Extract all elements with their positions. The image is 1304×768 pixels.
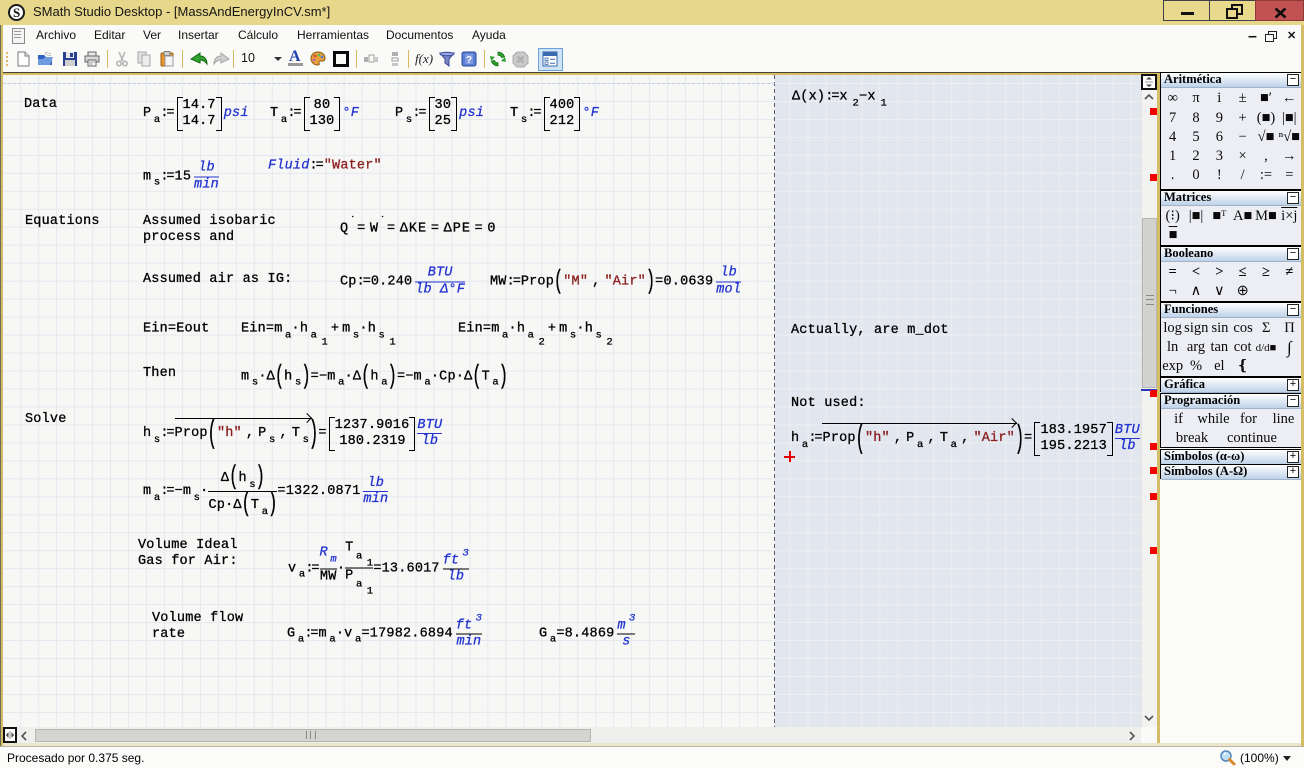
svg-text:?: ?	[466, 55, 472, 66]
